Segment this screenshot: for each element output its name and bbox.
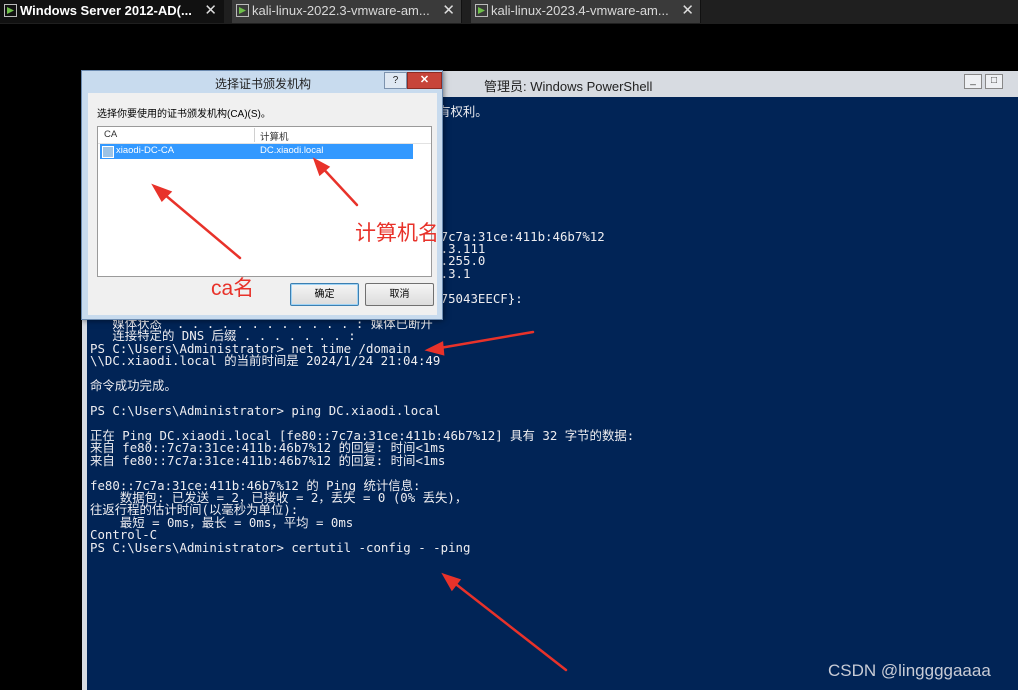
- watermark: CSDN @linggggaaaa: [828, 661, 991, 680]
- annotation-ca-name: ca名: [211, 277, 255, 300]
- arrow-certutil: [446, 576, 568, 672]
- arrow-net-time: [432, 330, 535, 351]
- arrow-ca-name: [156, 187, 242, 260]
- arrowhead: [441, 572, 462, 592]
- arrowhead: [424, 341, 445, 356]
- annotation-computer-name: 计算机名: [355, 222, 439, 245]
- annotation-arrows: [151, 157, 568, 672]
